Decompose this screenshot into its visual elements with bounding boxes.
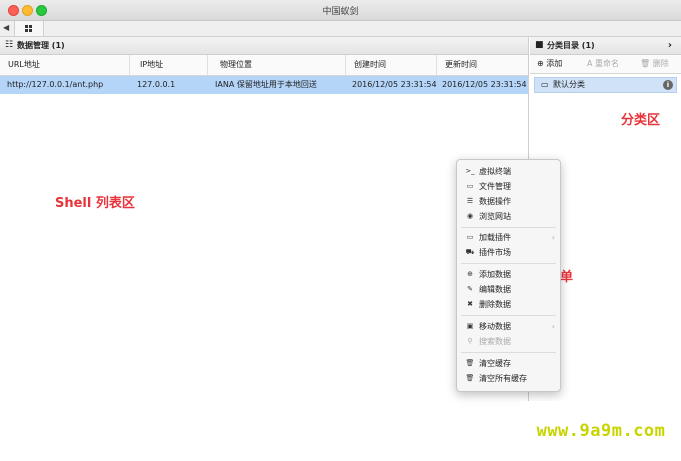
image-icon: ▣	[466, 322, 474, 330]
menu-item-add-data[interactable]: ⊕ 添加数据	[457, 267, 560, 282]
info-icon: i	[663, 80, 673, 90]
annotation-category-area: 分类区	[621, 113, 661, 128]
data-panel: ☷ 数据管理 (1) URL地址 IP地址 物理位置 创建时间 更新时间 htt…	[0, 37, 529, 461]
list-icon: ☷	[5, 40, 14, 50]
grid-icon	[25, 25, 32, 32]
menu-item-clear-cache[interactable]: 🗑 清空缓存	[457, 356, 560, 371]
plus-circle-icon: ⊕	[537, 59, 544, 68]
menu-separator	[461, 315, 556, 316]
watermark: www.9a9m.com	[521, 401, 681, 461]
tab-bar: ◀	[0, 21, 681, 37]
context-menu: >_ 虚拟终端 ▭ 文件管理 ☰ 数据操作 ◉ 浏览网站 ▭ 加载插件 › ⛟ …	[456, 159, 561, 392]
add-category-label: 添加	[546, 59, 563, 68]
cart-icon: ⛟	[465, 248, 475, 256]
chevron-right-icon: ›	[551, 322, 555, 331]
menu-item-plugin-market[interactable]: ⛟ 插件市场	[457, 245, 560, 260]
font-icon: A	[587, 59, 593, 68]
folder-icon: ■	[535, 40, 544, 50]
menu-item-delete-data[interactable]: ✖ 删除数据	[457, 297, 560, 312]
menu-item-file-manager[interactable]: ▭ 文件管理	[457, 179, 560, 194]
cell-created: 2016/12/05 23:31:54	[352, 80, 437, 89]
menu-item-terminal[interactable]: >_ 虚拟终端	[457, 164, 560, 179]
menu-item-load-plugin[interactable]: ▭ 加载插件 ›	[457, 230, 560, 245]
edit-icon: ✎	[467, 285, 473, 293]
title-bar: 中国蚁剑	[0, 0, 681, 21]
window-title: 中国蚁剑	[322, 7, 359, 17]
folder-icon: ▭	[541, 80, 549, 89]
trash-icon: 🗑	[465, 359, 475, 367]
cell-url: http://127.0.0.1/ant.php	[7, 80, 104, 89]
watermark-text: www.9a9m.com	[536, 421, 666, 441]
chevron-right-icon: ›	[551, 233, 555, 242]
trash-icon: 🗑	[465, 374, 475, 382]
category-panel-title: 分类目录 (1)	[547, 41, 595, 50]
table-header: URL地址 IP地址 物理位置 创建时间 更新时间	[0, 55, 528, 76]
cell-ip: 127.0.0.1	[137, 80, 176, 89]
menu-separator	[461, 352, 556, 353]
category-toolbar: ⊕ 添加 A 重命名 🗑 删除	[530, 55, 681, 74]
cell-location: IANA 保留地址用于本地回送	[215, 80, 317, 89]
column-header-location[interactable]: 物理位置	[208, 55, 346, 75]
chrome-icon: ◉	[466, 212, 474, 220]
delete-category-label: 删除	[652, 59, 669, 68]
menu-item-database[interactable]: ☰ 数据操作	[457, 194, 560, 209]
data-panel-title: 数据管理 (1)	[17, 41, 65, 50]
menu-item-edit-data[interactable]: ✎ 编辑数据	[457, 282, 560, 297]
column-header-created[interactable]: 创建时间	[346, 55, 437, 75]
column-header-url[interactable]: URL地址	[0, 55, 130, 75]
rename-category-label: 重命名	[595, 59, 620, 68]
add-category-button[interactable]: ⊕ 添加	[537, 55, 562, 73]
folder-icon: ▭	[466, 233, 474, 241]
close-icon: ✖	[467, 300, 473, 308]
category-panel-header: ■ 分类目录 (1) ›	[530, 37, 681, 55]
menu-separator	[461, 227, 556, 228]
menu-item-search-data[interactable]: ⚲ 搜索数据	[457, 334, 560, 349]
trash-icon: 🗑	[640, 59, 651, 68]
category-item-default[interactable]: ▭ 默认分类 i	[534, 77, 677, 93]
search-icon: ⚲	[467, 337, 473, 345]
table-row[interactable]: http://127.0.0.1/ant.php 127.0.0.1 IANA …	[0, 76, 528, 94]
menu-separator	[461, 263, 556, 264]
cell-updated: 2016/12/05 23:31:54	[442, 80, 527, 89]
menu-item-clear-all-cache[interactable]: 🗑 清空所有缓存	[457, 371, 560, 386]
menu-item-browse[interactable]: ◉ 浏览网站	[457, 209, 560, 224]
column-header-ip[interactable]: IP地址	[130, 55, 208, 75]
folder-icon: ▭	[466, 182, 474, 190]
tab-prev-arrow-icon[interactable]: ◀	[3, 23, 9, 32]
chevron-right-icon[interactable]: ›	[668, 37, 672, 54]
menu-item-move-data[interactable]: ▣ 移动数据 ›	[457, 319, 560, 334]
delete-category-button[interactable]: 🗑 删除	[640, 55, 669, 73]
annotation-shell-list: Shell 列表区	[55, 196, 135, 211]
database-icon: ☰	[466, 197, 474, 205]
terminal-icon: >_	[465, 167, 475, 175]
data-panel-header: ☷ 数据管理 (1)	[0, 37, 528, 55]
tab-home[interactable]	[14, 21, 44, 36]
category-item-label: 默认分类	[553, 80, 585, 89]
column-header-updated[interactable]: 更新时间	[437, 55, 528, 75]
plus-circle-icon: ⊕	[467, 270, 473, 278]
rename-category-button[interactable]: A 重命名	[587, 55, 619, 73]
